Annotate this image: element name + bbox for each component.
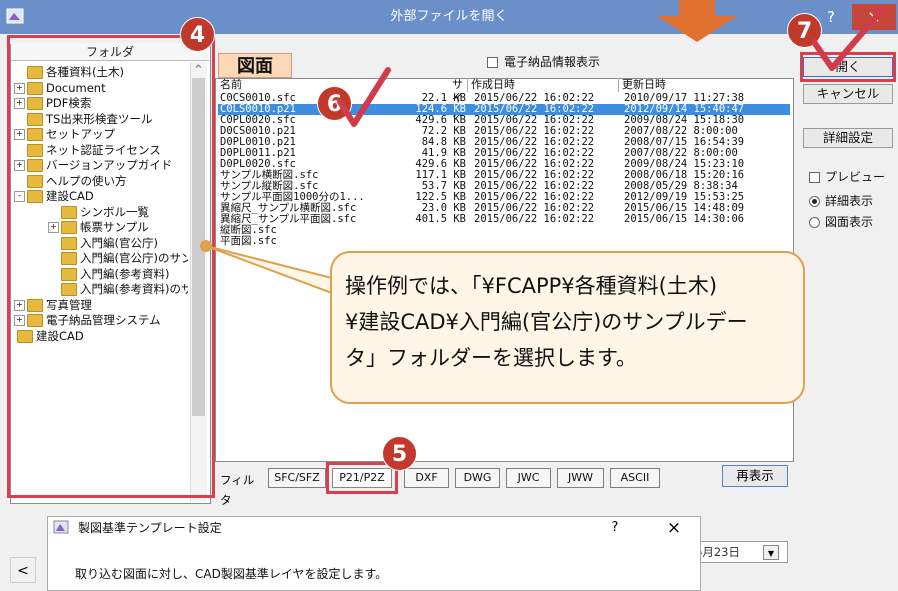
- tree-highlight-box: [7, 35, 215, 498]
- zumen-label: 図面: [218, 53, 292, 78]
- column-created[interactable]: 作成日時: [467, 78, 621, 92]
- filter-button-sfc-sfz[interactable]: SFC/SFZ: [268, 468, 326, 488]
- drawing-view-label: 図面表示: [825, 215, 874, 229]
- file-size: 401.5 KB: [415, 213, 466, 225]
- filter-button-dwg[interactable]: DWG: [455, 468, 500, 488]
- step-badge-5: 5: [382, 436, 417, 471]
- template-dialog-close-button[interactable]: ×: [660, 517, 688, 539]
- template-dialog-description: 取り込む図面に対し、CAD製図基準レイヤを設定します。: [75, 567, 388, 581]
- detail-view-label: 詳細表示: [825, 194, 874, 208]
- filter-button-ascii[interactable]: ASCII: [610, 468, 660, 488]
- file-row[interactable]: 縦断図.sfc: [218, 224, 790, 236]
- template-dialog-title: 製図基準テンプレート設定: [78, 521, 222, 535]
- file-updated: 2015/06/15 14:30:06: [624, 213, 745, 225]
- chevron-down-icon[interactable]: ▼: [763, 545, 779, 560]
- checkmark-icon-open: [811, 7, 885, 71]
- filter-label: フィルタ: [220, 473, 255, 507]
- filter-button-jwc[interactable]: JWC: [506, 468, 551, 488]
- redisplay-button[interactable]: 再表示: [722, 465, 788, 487]
- preview-label: プレビュー: [825, 170, 886, 184]
- arrow-down-icon: [657, 0, 737, 42]
- einfo-checkbox[interactable]: [487, 57, 498, 68]
- preview-checkbox[interactable]: [809, 172, 820, 183]
- detail-settings-button[interactable]: 詳細設定: [803, 128, 893, 148]
- drawing-view-radio[interactable]: [809, 217, 820, 228]
- callout-pointer: [200, 240, 333, 295]
- template-dialog-help-button[interactable]: ?: [605, 518, 625, 538]
- filter-button-dxf[interactable]: DXF: [404, 468, 449, 488]
- column-updated[interactable]: 更新日時: [618, 78, 772, 92]
- window-title: 外部ファイルを開く: [390, 9, 508, 24]
- instruction-text: 操作例では、「¥FCAPP¥各種資料(土木) ¥建設CAD¥入門編(官公庁)のサ…: [345, 274, 748, 370]
- filter-button-jww[interactable]: JWW: [557, 468, 604, 488]
- scroll-left-icon[interactable]: <: [10, 557, 36, 583]
- step-badge-4: 4: [180, 17, 215, 52]
- file-created: 2015/06/22 16:02:22: [474, 213, 595, 225]
- cancel-button[interactable]: キャンセル: [803, 84, 893, 104]
- detail-view-radio[interactable]: [809, 196, 820, 207]
- dialog-icon: [53, 520, 69, 534]
- einfo-label: 電子納品情報表示: [504, 55, 601, 69]
- file-row[interactable]: 異縮尺_サンプル平面図.sfc 401.5 KB 2015/06/22 16:02:…: [218, 213, 790, 225]
- checkmark-icon: [337, 67, 391, 127]
